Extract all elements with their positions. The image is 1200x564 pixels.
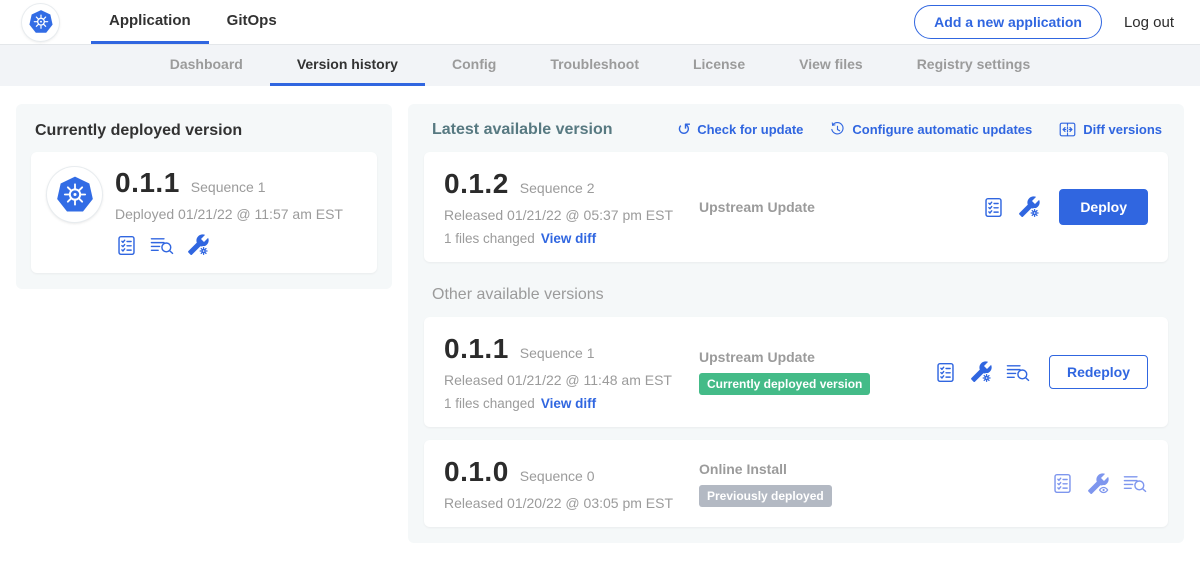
released-timestamp: Released 01/21/22 @ 05:37 pm EST: [444, 207, 699, 223]
sequence-label: Sequence 0: [520, 468, 595, 484]
config-wrench-gear-icon[interactable]: [969, 360, 993, 384]
add-application-button[interactable]: Add a new application: [914, 5, 1102, 39]
app-kubernetes-logo: [47, 167, 102, 222]
subnav-dashboard[interactable]: Dashboard: [143, 45, 270, 86]
other-versions-title: Other available versions: [432, 286, 1168, 304]
version-source-label: Upstream Update: [699, 349, 934, 365]
logout-link[interactable]: Log out: [1124, 14, 1174, 31]
version-source-label: Upstream Update: [699, 199, 982, 215]
config-wrench-view-icon[interactable]: [1086, 472, 1110, 496]
kubernetes-logo: [22, 4, 59, 41]
config-wrench-gear-icon[interactable]: [1017, 195, 1041, 219]
version-number: 0.1.0: [444, 456, 509, 488]
files-changed-label: 1 files changed: [444, 231, 535, 246]
sequence-label: Sequence 1: [520, 345, 595, 361]
schedule-icon: [829, 121, 846, 138]
released-timestamp: Released 01/21/22 @ 11:48 am EST: [444, 372, 699, 388]
preflight-checklist-icon[interactable]: [1051, 472, 1074, 495]
deployed-panel-title: Currently deployed version: [35, 122, 377, 140]
subnav-version-history[interactable]: Version history: [270, 45, 425, 86]
config-wrench-gear-icon[interactable]: [186, 233, 210, 257]
version-number: 0.1.1: [444, 333, 509, 365]
deploy-logs-icon[interactable]: [1122, 472, 1148, 495]
subnav-license[interactable]: License: [666, 45, 772, 86]
top-header: Application GitOps Add a new application…: [0, 0, 1200, 44]
tab-gitops[interactable]: GitOps: [209, 0, 295, 44]
deploy-button[interactable]: Deploy: [1059, 189, 1148, 225]
sequence-label: Sequence 2: [520, 180, 595, 196]
version-card-0-1-2: 0.1.2 Sequence 2 Released 01/21/22 @ 05:…: [424, 152, 1168, 262]
currently-deployed-panel: Currently deployed version 0.1.1 Sequenc…: [16, 104, 392, 289]
currently-deployed-badge: Currently deployed version: [699, 373, 870, 395]
diff-versions-link[interactable]: Diff versions: [1058, 120, 1162, 139]
deployed-sequence-label: Sequence 1: [191, 179, 266, 195]
previously-deployed-badge: Previously deployed: [699, 485, 832, 507]
view-diff-link[interactable]: View diff: [541, 396, 596, 411]
released-timestamp: Released 01/20/22 @ 03:05 pm EST: [444, 495, 699, 511]
app-subnav: Dashboard Version history Config Trouble…: [0, 44, 1200, 86]
preflight-checklist-icon[interactable]: [115, 234, 138, 257]
subnav-view-files[interactable]: View files: [772, 45, 890, 86]
deployed-timestamp: Deployed 01/21/22 @ 11:57 am EST: [115, 206, 343, 222]
version-number: 0.1.2: [444, 168, 509, 200]
deploy-logs-icon[interactable]: [149, 234, 175, 257]
version-card-0-1-0: 0.1.0 Sequence 0 Released 01/20/22 @ 03:…: [424, 440, 1168, 527]
tab-application[interactable]: Application: [91, 0, 209, 44]
subnav-registry-settings[interactable]: Registry settings: [890, 45, 1058, 86]
deployed-version-number: 0.1.1: [115, 167, 180, 199]
subnav-config[interactable]: Config: [425, 45, 523, 86]
diff-icon: [1058, 120, 1077, 139]
available-versions-panel: Latest available version ↺ Check for upd…: [408, 104, 1184, 543]
preflight-checklist-icon[interactable]: [982, 196, 1005, 219]
version-source-label: Online Install: [699, 461, 1051, 477]
refresh-icon: ↺: [677, 121, 691, 138]
files-changed-label: 1 files changed: [444, 396, 535, 411]
redeploy-button[interactable]: Redeploy: [1049, 355, 1148, 389]
configure-automatic-updates-link[interactable]: Configure automatic updates: [829, 121, 1032, 138]
version-card-0-1-1: 0.1.1 Sequence 1 Released 01/21/22 @ 11:…: [424, 317, 1168, 427]
deploy-logs-icon[interactable]: [1005, 361, 1031, 384]
preflight-checklist-icon[interactable]: [934, 361, 957, 384]
check-for-update-link[interactable]: ↺ Check for update: [677, 121, 803, 138]
view-diff-link[interactable]: View diff: [541, 231, 596, 246]
deployed-version-card: 0.1.1 Sequence 1 Deployed 01/21/22 @ 11:…: [31, 152, 377, 273]
subnav-troubleshoot[interactable]: Troubleshoot: [523, 45, 666, 86]
latest-available-title: Latest available version: [432, 121, 613, 139]
